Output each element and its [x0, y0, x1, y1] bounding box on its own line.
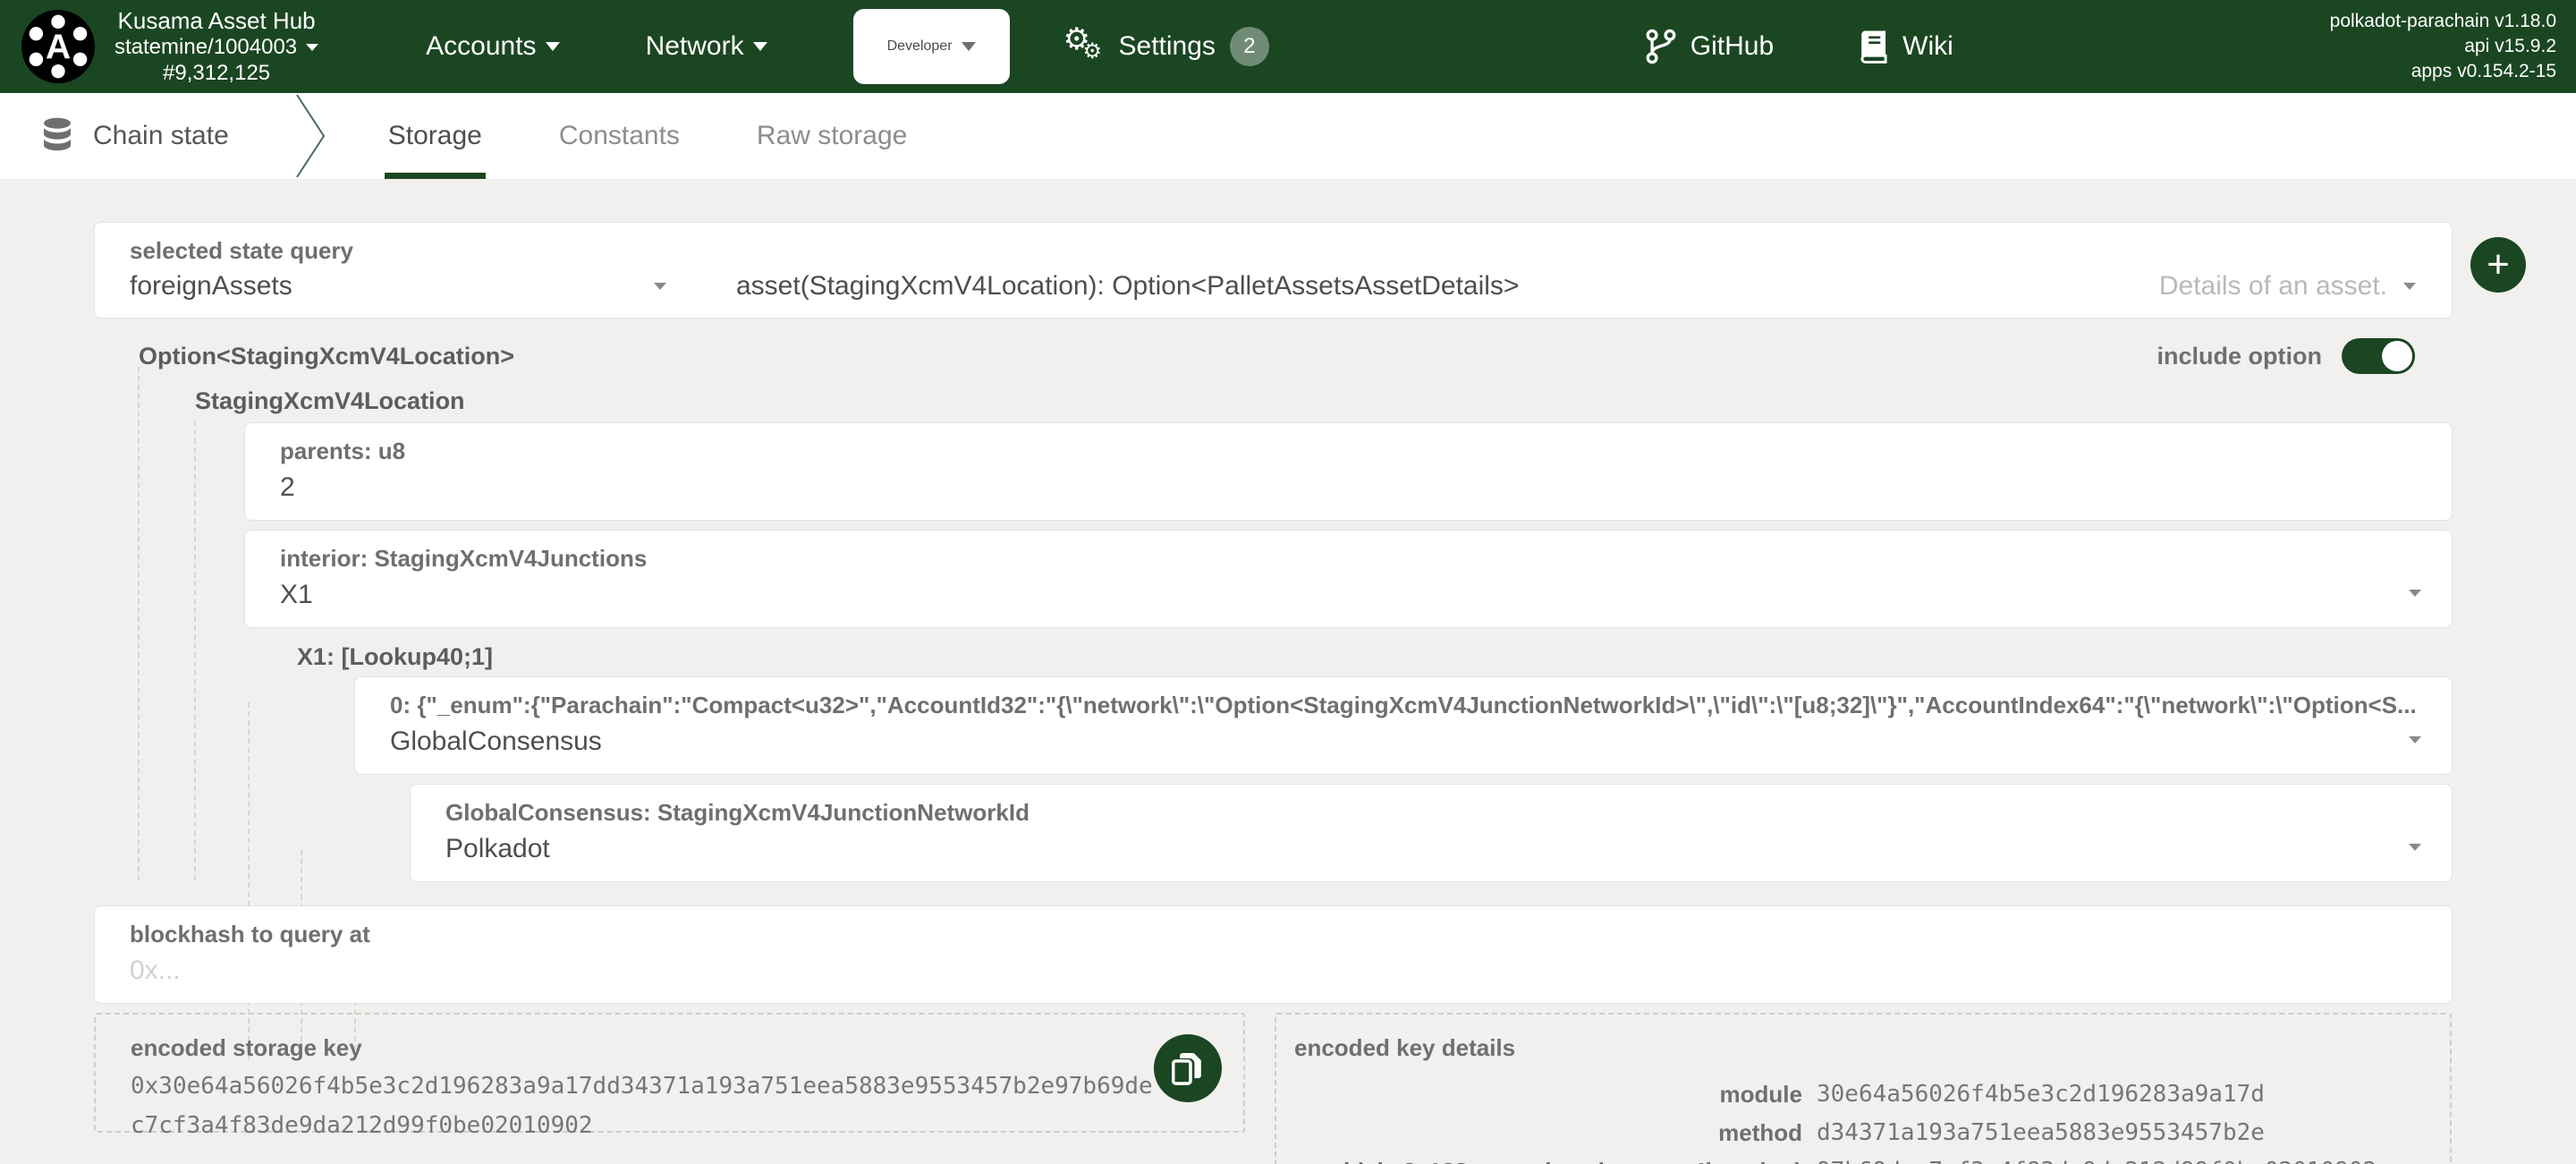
encoded-key-details-box: encoded key details module 30e64a56026f4…: [1275, 1013, 2452, 1164]
parents-input[interactable]: [280, 472, 2203, 504]
interior-label: interior: StagingXcmV4Junctions: [280, 545, 648, 572]
asset-hub-logo-icon: A: [21, 10, 95, 83]
chevron-down-icon: [2409, 736, 2421, 743]
section-divider: [295, 94, 325, 178]
indent-guide: [138, 367, 140, 880]
state-query-card: selected state query foreignAssets asset…: [94, 222, 2453, 319]
indent-guide: [194, 421, 196, 880]
book-icon: [1860, 30, 1887, 64]
toggle-knob: [2382, 341, 2412, 371]
copy-button[interactable]: [1154, 1034, 1222, 1102]
encoded-row: encoded storage key 0x30e64a56026f4b5e3c…: [94, 1013, 2453, 1164]
indent-guide: [248, 702, 250, 1059]
junction-dropdown[interactable]: 0: {"_enum":{"Parachain":"Compact<u32>",…: [354, 676, 2453, 775]
github-link[interactable]: GitHub: [1646, 29, 1774, 64]
blockhash-field: blockhash to query at: [94, 905, 2453, 1004]
tab-storage[interactable]: Storage: [384, 93, 486, 179]
encoded-storage-key-box: encoded storage key 0x30e64a56026f4b5e3c…: [94, 1013, 1245, 1139]
parents-label: parents: u8: [280, 438, 406, 464]
encoded-key-value: 0x30e64a56026f4b5e3c2d196283a9a17dd34371…: [131, 1073, 1153, 1139]
chain-state-page: selected state query foreignAssets asset…: [0, 179, 2576, 1164]
encoded-details-label: encoded key details: [1294, 1034, 1516, 1061]
tab-bar: Chain state Storage Constants Raw storag…: [0, 93, 2576, 179]
option-row: Option<StagingXcmV4Location> include opt…: [94, 336, 2453, 376]
method-placeholder[interactable]: Details of an asset.: [2159, 271, 2416, 302]
detail-row-label: method: [1718, 1119, 1802, 1146]
network-value: Polkadot: [445, 834, 550, 863]
best-block-number: #9,312,125: [163, 60, 271, 85]
junction-value: GlobalConsensus: [390, 726, 602, 756]
wiki-link[interactable]: Wiki: [1860, 30, 1953, 64]
git-branch-icon: [1646, 29, 1676, 64]
parents-field: parents: u8: [244, 422, 2453, 521]
query-label: selected state query: [130, 237, 354, 264]
option-type-label: Option<StagingXcmV4Location>: [139, 342, 515, 370]
node-version: polkadot-parachain v1.18.0: [2329, 11, 2556, 31]
include-option: include option: [2157, 338, 2415, 374]
external-links: GitHub Wiki: [1646, 29, 2039, 64]
chevron-down-icon: [2403, 283, 2416, 290]
detail-row-label: blake2_128concat(stagingxcmv4location): [1294, 1152, 1802, 1164]
app-header: A Kusama Asset Hub statemine/1004003 #9,…: [0, 0, 2576, 93]
tab-constants[interactable]: Constants: [559, 93, 680, 179]
chevron-down-icon: [545, 42, 560, 51]
svg-text:A: A: [46, 28, 71, 66]
network-label: GlobalConsensus: StagingXcmV4JunctionNet…: [445, 799, 1030, 826]
chevron-down-icon: [2409, 590, 2421, 597]
brand[interactable]: A Kusama Asset Hub statemine/1004003 #9,…: [0, 6, 319, 86]
apps-version: apps v0.154.2-15: [2411, 61, 2556, 81]
detail-row-value: d34371a193a751eea5883e9553457b2e: [1817, 1119, 2265, 1146]
settings-badge: 2: [1229, 27, 1269, 66]
chevron-down-icon: [752, 42, 767, 51]
detail-row-value: 30e64a56026f4b5e3c2d196283a9a17d: [1817, 1081, 2265, 1108]
main-nav: Accounts Network Developer ⚙ ⚙ Settings 2: [426, 9, 1355, 84]
blockhash-label: blockhash to query at: [130, 921, 370, 947]
nav-developer[interactable]: Developer: [852, 9, 1010, 84]
database-icon: [44, 117, 71, 151]
detail-row-value: 97b69dec7cf3a4f83de9da212d99f0be02010902: [1817, 1152, 2450, 1164]
chevron-down-icon: [2409, 844, 2421, 851]
tab-raw-storage[interactable]: Raw storage: [757, 93, 907, 179]
copy-icon: [1172, 1052, 1201, 1085]
pallet-value: foreignAssets: [130, 271, 292, 301]
network-dropdown[interactable]: GlobalConsensus: StagingXcmV4JunctionNet…: [410, 784, 2453, 882]
chevron-down-icon: [961, 42, 976, 51]
chain-info: Kusama Asset Hub statemine/1004003 #9,31…: [114, 6, 319, 86]
tabs: Storage Constants Raw storage: [384, 93, 985, 179]
location-type-label: StagingXcmV4Location: [195, 387, 465, 414]
version-info: polkadot-parachain v1.18.0 api v15.9.2 a…: [2330, 9, 2556, 84]
detail-row-label: module: [1719, 1081, 1802, 1108]
chevron-down-icon: [306, 44, 319, 52]
gears-icon: ⚙ ⚙: [1063, 22, 1103, 64]
include-option-label: include option: [2157, 342, 2322, 370]
interior-dropdown[interactable]: interior: StagingXcmV4Junctions X1: [244, 530, 2453, 628]
blockhash-input[interactable]: [130, 955, 2188, 987]
chain-spec-selector[interactable]: statemine/1004003: [114, 34, 319, 60]
nav-accounts[interactable]: Accounts: [426, 31, 560, 62]
encoded-key-label: encoded storage key: [131, 1034, 362, 1061]
junction-label: 0: {"_enum":{"Parachain":"Compact<u32>",…: [390, 692, 2416, 718]
nav-settings[interactable]: ⚙ ⚙ Settings 2: [1063, 22, 1269, 66]
x1-type-label: X1: [Lookup40;1]: [297, 643, 494, 670]
api-version: api v15.9.2: [2464, 36, 2556, 56]
nav-network[interactable]: Network: [646, 31, 767, 62]
section-title: Chain state: [0, 117, 229, 155]
add-query-button[interactable]: +: [2470, 237, 2526, 293]
method-select[interactable]: asset(StagingXcmV4Location): Option<Pall…: [736, 271, 2132, 302]
chevron-down-icon: [654, 283, 666, 290]
pallet-select[interactable]: foreignAssets: [130, 271, 666, 302]
include-option-toggle[interactable]: [2342, 338, 2415, 374]
chain-name: Kusama Asset Hub: [117, 6, 316, 34]
encoded-details-grid: module 30e64a56026f4b5e3c2d196283a9a17d …: [1294, 1075, 2450, 1164]
interior-value: X1: [280, 580, 313, 609]
